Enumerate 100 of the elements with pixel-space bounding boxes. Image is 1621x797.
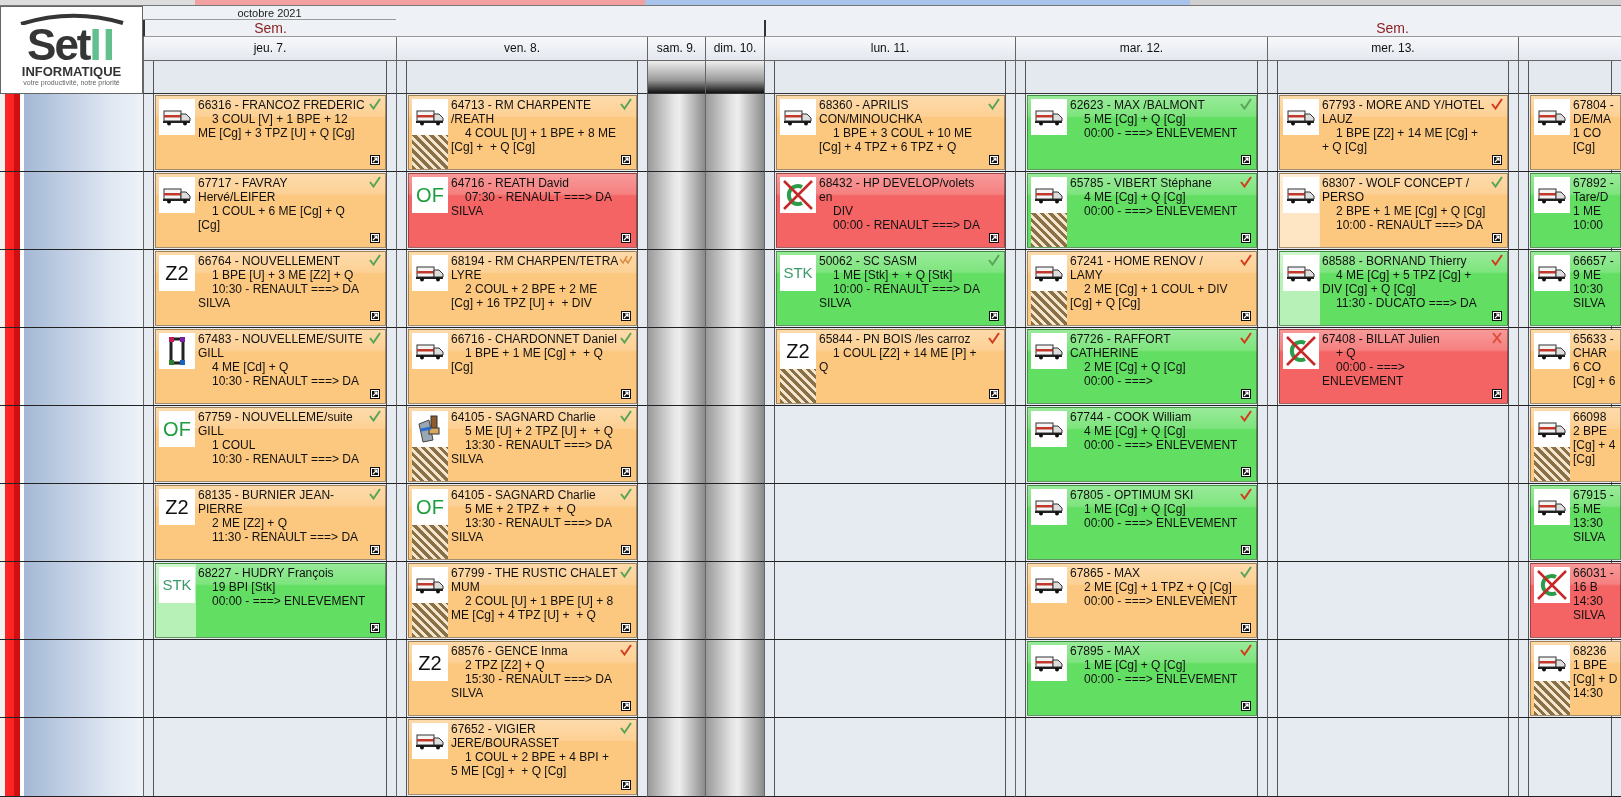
code-label: Z2 (165, 262, 189, 284)
shortcut-icon (370, 233, 380, 243)
card-title: 67759 - NOUVELLEME/suite GILL (198, 410, 354, 438)
hatch-pattern (412, 135, 448, 169)
card-title: 67892 - (1573, 176, 1615, 190)
van-icon (416, 732, 444, 750)
hatch-pattern (1534, 447, 1570, 481)
hatch-pattern (1031, 213, 1067, 247)
shortcut-icon (989, 311, 999, 321)
card-detail: DIV (832, 204, 854, 218)
order-card[interactable]: 67241 - HOME RENOV / LAMY 2 ME [Cg] + 1 COUL + DIV [Cg] + Q [Cg] (1027, 251, 1257, 326)
card-detail: 13:30 - RENAULT ===> DA SILVA (451, 516, 613, 544)
day-header: dim. 10. (705, 37, 764, 61)
card-detail: 1 COUL + 6 ME [Cg] + Q [Cg] (198, 204, 346, 232)
shortcut-icon (370, 467, 380, 477)
card-detail: 4 ME [Cg] + Q [Cg] (1083, 190, 1187, 204)
order-card[interactable]: 67895 - MAX 1 ME [Cg] + Q [Cg] 00:00 - ===> ENLEVEMENT (1027, 641, 1257, 716)
order-card[interactable]: 67726 - RAFFORT CATHERINE 2 ME [Cg] + Q [Cg] 00:00 - ===> (1027, 329, 1257, 404)
card-title: 64716 - REATH David (451, 176, 570, 190)
card-title: 67726 - RAFFORT CATHERINE (1070, 332, 1172, 360)
card-detail: SILVA (1573, 608, 1607, 622)
card-title: 68360 - APRILIS CON/MINOUCHKA (819, 98, 924, 126)
order-card[interactable]: Z2 66764 - NOUVELLEMENT 1 BPE [U] + 3 ME [Z2] + Q 10:30 - RENAULT ===> DA SILVA (155, 251, 386, 326)
order-card[interactable]: 66316 - FRANCOZ FREDERIC 3 COUL [V] + 1 BPE + 12 ME [Cg] + 3 TPZ [U] + Q [Cg] (155, 95, 386, 170)
van-icon (784, 108, 812, 126)
card-detail: 00:00 - ===> ENLEVEMENT (1083, 672, 1238, 686)
order-card[interactable]: 67892 - Tare/D 1 ME 10:00 (1530, 173, 1621, 248)
order-card[interactable]: 67799 - THE RUSTIC CHALET MUM 2 COUL [U] + 1 BPE [U] + 8 ME [Cg] + 4 TPZ [U] + + Q (408, 563, 637, 638)
card-detail: 1 BPE + 1 ME [Cg] + + Q [Cg] (451, 346, 604, 374)
card-detail: 1 BPE [Z2] + 14 ME [Cg] + + Q [Cg] (1322, 126, 1480, 154)
logo-subtitle: INFORMATIQUE (21, 65, 122, 79)
card-detail: 10:30 - RENAULT ===> DA (211, 452, 360, 466)
card-detail: 1 BPE [U] + 3 ME [Z2] + Q (211, 268, 355, 282)
shortcut-icon (370, 311, 380, 321)
order-card[interactable]: 67408 - BILLAT Julien + Q 00:00 - ===> ENLEVEMENT (1279, 329, 1508, 404)
order-card[interactable]: 67717 - FAVRAY Hervé/LEIFER 1 COUL + 6 ME [Cg] + Q [Cg] (155, 173, 386, 248)
card-detail: 10:00 - RENAULT ===> DA (1335, 218, 1484, 232)
order-card[interactable]: 68307 - WOLF CONCEPT / PERSO 2 BPE + 1 ME [Cg] + Q [Cg] 10:00 - RENAULT ===> DA (1279, 173, 1508, 248)
order-card[interactable]: 67652 - VIGIER JERE/BOURASSET 1 COUL + 2 BPE + 4 BPI + 5 ME [Cg] + + Q [Cg] (408, 719, 637, 795)
card-detail: DE/MA (1573, 112, 1612, 126)
order-card[interactable]: 66657 - 9 ME 10:30 SILVA (1530, 251, 1621, 326)
van-icon (1538, 342, 1566, 360)
order-card[interactable]: 66098 2 BPE [Cg] + 4 [Cg] (1530, 407, 1621, 482)
card-detail: 00:00 - ===> ENLEVEMENT (1322, 360, 1406, 388)
card-title: 66031 - (1573, 566, 1615, 580)
card-title: 64105 - SAGNARD Charlie (451, 410, 597, 424)
day-header: sam. 9. (647, 37, 705, 61)
card-detail: 13:30 - RENAULT ===> DA SILVA (451, 438, 613, 466)
order-card[interactable]: 68588 - BORNAND Thierry 4 ME [Cg] + 5 TPZ [Cg] + DIV [Cg] + Q [Cg] 11:30 - DUCATO ===> DA (1279, 251, 1508, 326)
card-detail: 10:30 (1573, 282, 1605, 296)
card-title: 67793 - MORE AND Y/HOTEL LAUZ (1322, 98, 1486, 126)
card-detail: 14:30 (1573, 686, 1605, 700)
order-card[interactable]: 67804 - DE/MA 1 CO [Cg] (1530, 95, 1621, 170)
order-card[interactable]: 64105 - SAGNARD Charlie 5 ME [U] + 2 TPZ [U] + + Q 13:30 - RENAULT ===> DA SILVA (408, 407, 637, 482)
card-detail: 1 COUL [Z2] + 14 ME [P] + Q (819, 346, 978, 374)
card-title: 66316 - FRANCOZ FREDERIC (198, 98, 366, 112)
order-card[interactable]: 66716 - CHARDONNET Daniel 1 BPE + 1 ME [Cg] + + Q [Cg] (408, 329, 637, 404)
order-card[interactable]: 67915 - 5 ME 13:30 SILVA (1530, 485, 1621, 560)
order-card[interactable]: 65633 - CHAR 6 CO [Cg] + 6 (1530, 329, 1621, 404)
card-detail: + Q (1335, 346, 1357, 360)
card-detail: 15:30 - RENAULT ===> DA SILVA (451, 672, 613, 700)
card-title: 64713 - RM CHARPENTE /REATH (451, 98, 593, 126)
van-icon (1538, 186, 1566, 204)
order-card[interactable]: 68360 - APRILIS CON/MINOUCHKA 1 BPE + 3 COUL + 10 ME [Cg] + 4 TPZ + 6 TPZ + Q (776, 95, 1005, 170)
shortcut-icon (1241, 155, 1251, 165)
shortcut-icon (621, 623, 631, 633)
order-card[interactable]: 65785 - VIBERT Stéphane 4 ME [Cg] + Q [Cg] 00:00 - ===> ENLEVEMENT (1027, 173, 1257, 248)
shortcut-icon (621, 311, 631, 321)
card-detail: 00:00 - ===> ENLEVEMENT (1083, 438, 1238, 452)
order-card[interactable]: 67793 - MORE AND Y/HOTEL LAUZ 1 BPE [Z2] + 14 ME [Cg] + + Q [Cg] (1279, 95, 1508, 170)
order-card[interactable]: 62623 - MAX /BALMONT 5 ME [Cg] + Q [Cg] 00:00 - ===> ENLEVEMENT (1027, 95, 1257, 170)
order-card[interactable]: 68432 - HP DEVELOP/volets en DIV 00:00 - RENAULT ===> DA (776, 173, 1005, 248)
card-detail: 2 COUL + 2 BPE + 2 ME [Cg] + 16 TPZ [U] + + DIV (451, 282, 599, 310)
order-card[interactable]: 67865 - MAX 2 ME [Cg] + 1 TPZ + Q [Cg] 00:00 - ===> ENLEVEMENT (1027, 563, 1257, 638)
card-title: 62623 - MAX /BALMONT (1070, 98, 1206, 112)
card-detail: 19 BPI [Stk] (211, 580, 277, 594)
card-title: 68236 (1573, 644, 1608, 658)
order-card[interactable]: 67483 - NOUVELLEME/SUITE GILL 4 ME [Cd] + Q 10:30 - RENAULT ===> DA (155, 329, 386, 404)
shortcut-icon (1492, 389, 1502, 399)
van-icon (1287, 186, 1315, 204)
shortcut-icon (621, 233, 631, 243)
card-detail: 1 ME (1573, 204, 1602, 218)
card-detail: 10:00 (1573, 218, 1605, 232)
order-card[interactable]: Z2 65844 - PN BOIS /les carroz 1 COUL [Z2] + 14 ME [P] + Q (776, 329, 1005, 404)
card-detail: 9 ME (1573, 268, 1602, 282)
order-card[interactable]: 64713 - RM CHARPENTE /REATH 4 COUL [U] + 1 BPE + 8 ME [Cg] + + Q [Cg] (408, 95, 637, 170)
card-title: 67915 - (1573, 488, 1615, 502)
order-card[interactable]: 68194 - RM CHARPEN/TETRA LYRE 2 COUL + 2 BPE + 2 ME [Cg] + 16 TPZ [U] + + DIV (408, 251, 637, 326)
code-label: STK (783, 263, 813, 283)
hatch-pattern (412, 603, 448, 637)
order-card[interactable]: 68236 1 BPE [Cg] + D 14:30 (1530, 641, 1621, 716)
code-label: Z2 (786, 340, 810, 362)
order-card[interactable]: 67744 - COOK William 4 ME [Cg] + Q [Cg] 00:00 - ===> ENLEVEMENT (1027, 407, 1257, 482)
order-card[interactable]: 67805 - OPTIMUM SKI 1 ME [Cg] + Q [Cg] 00:00 - ===> ENLEVEMENT (1027, 485, 1257, 560)
card-detail: 3 COUL [V] + 1 BPE + 12 ME [Cg] + 3 TPZ [U] + Q [Cg] (198, 112, 356, 140)
card-detail: 00:00 - RENAULT ===> DA (832, 218, 981, 232)
card-title: 67744 - COOK William (1070, 410, 1193, 424)
code-label: Z2 (418, 652, 442, 674)
order-card[interactable]: 66031 - 16 B 14:30 SILVA (1530, 563, 1621, 638)
card-title: 67805 - OPTIMUM SKI (1070, 488, 1195, 502)
